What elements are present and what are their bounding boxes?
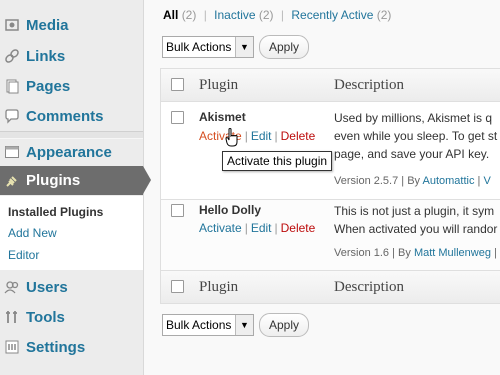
filter-recently-active[interactable]: Recently Active	[291, 8, 373, 22]
chevron-down-icon: ▼	[235, 37, 253, 57]
submenu-add-new[interactable]: Add New	[8, 226, 57, 240]
tools-icon	[4, 309, 20, 325]
bulk-actions-select-bottom[interactable]: Bulk Actions ▼	[162, 314, 254, 336]
plugin-status-filters: All (2) | Inactive (2) | Recently Active…	[163, 8, 392, 22]
appearance-icon	[4, 144, 20, 160]
filter-all-count: (2)	[181, 8, 197, 22]
active-menu-arrow	[143, 166, 151, 194]
links-icon	[4, 48, 20, 64]
menu-users[interactable]: Users	[0, 273, 143, 301]
menu-settings[interactable]: Settings	[0, 333, 143, 361]
tooltip: Activate this plugin	[222, 151, 333, 171]
menu-plugins-label: Plugins	[26, 172, 81, 189]
column-description: Description	[334, 77, 404, 93]
activate-link[interactable]: Activate	[199, 221, 242, 235]
edit-link[interactable]: Edit	[251, 221, 272, 235]
plugin-meta: Version 2.5.7 | By Automattic | V	[334, 175, 491, 187]
filter-inactive-count: (2)	[258, 8, 274, 22]
menu-links[interactable]: Links	[0, 42, 143, 70]
table-footer: Plugin Description	[161, 270, 500, 303]
menu-comments-label: Comments	[26, 107, 104, 125]
plugin-meta: Version 1.6 | By Matt Mullenweg | V	[334, 247, 500, 259]
menu-links-label: Links	[26, 47, 66, 65]
table-header: Plugin Description	[161, 69, 500, 102]
menu-media[interactable]: Media	[0, 11, 143, 39]
plugin-name: Hello Dolly	[199, 203, 262, 217]
table-row: Hello Dolly Activate | Edit | Delete This is…	[161, 200, 500, 275]
menu-pages-label: Pages	[26, 77, 71, 95]
bulk-actions-select-top[interactable]: Bulk Actions ▼	[162, 36, 254, 58]
apply-button-top[interactable]: Apply	[259, 35, 309, 59]
media-icon	[4, 17, 20, 33]
menu-plugins[interactable]: Plugins	[0, 166, 143, 195]
menu-tools-label: Tools	[26, 308, 65, 326]
filter-inactive[interactable]: Inactive	[214, 8, 255, 22]
plugins-submenu: Installed Plugins Add New Editor	[0, 196, 143, 270]
column-plugin-footer: Plugin	[199, 279, 239, 295]
author-link[interactable]: Matt Mullenweg	[414, 247, 491, 259]
menu-appearance-label: Appearance	[26, 143, 112, 161]
plugin-description: Used by millions, Akismet is q even whil…	[334, 111, 498, 161]
row-checkbox[interactable]	[171, 111, 184, 124]
column-plugin: Plugin	[199, 77, 239, 93]
comments-icon	[4, 108, 20, 124]
filter-all[interactable]: All	[163, 8, 178, 22]
delete-link[interactable]: Delete	[281, 221, 316, 235]
author-link[interactable]: Automattic	[423, 175, 475, 187]
menu-tools[interactable]: Tools	[0, 303, 143, 331]
select-all-checkbox[interactable]	[171, 78, 184, 91]
row-checkbox[interactable]	[171, 204, 184, 217]
submenu-installed-plugins[interactable]: Installed Plugins	[8, 205, 103, 219]
plugins-icon	[4, 173, 20, 189]
chevron-down-icon: ▼	[235, 315, 253, 335]
menu-pages[interactable]: Pages	[0, 72, 143, 100]
plugin-name: Akismet	[199, 110, 246, 124]
apply-button-bottom[interactable]: Apply	[259, 313, 309, 337]
bulk-actions-value: Bulk Actions	[166, 40, 232, 54]
column-description-footer: Description	[334, 279, 404, 295]
bulk-actions-value: Bulk Actions	[166, 318, 232, 332]
select-all-checkbox-footer[interactable]	[171, 280, 184, 293]
submenu-editor[interactable]: Editor	[8, 248, 39, 262]
row-actions: Activate | Edit | Delete	[199, 129, 316, 143]
menu-media-label: Media	[26, 16, 69, 34]
settings-icon	[4, 339, 20, 355]
filter-recent-count: (2)	[376, 8, 392, 22]
row-actions: Activate | Edit | Delete	[199, 221, 316, 235]
users-icon	[4, 279, 20, 295]
menu-settings-label: Settings	[26, 338, 86, 356]
edit-link[interactable]: Edit	[251, 129, 272, 143]
delete-link[interactable]: Delete	[281, 129, 316, 143]
pages-icon	[4, 78, 20, 94]
admin-sidebar: Media Links Pages Comments Appearance Pl…	[0, 0, 144, 375]
hand-cursor-icon	[225, 128, 239, 153]
menu-appearance[interactable]: Appearance	[0, 138, 143, 166]
plugins-table: Plugin Description Akismet Activate | Edit…	[160, 68, 500, 304]
plugin-description: This is not just a plugin, it sym When a…	[334, 204, 498, 236]
menu-users-label: Users	[26, 278, 68, 296]
menu-comments[interactable]: Comments	[0, 102, 143, 130]
visit-site-link[interactable]: V	[483, 175, 490, 187]
